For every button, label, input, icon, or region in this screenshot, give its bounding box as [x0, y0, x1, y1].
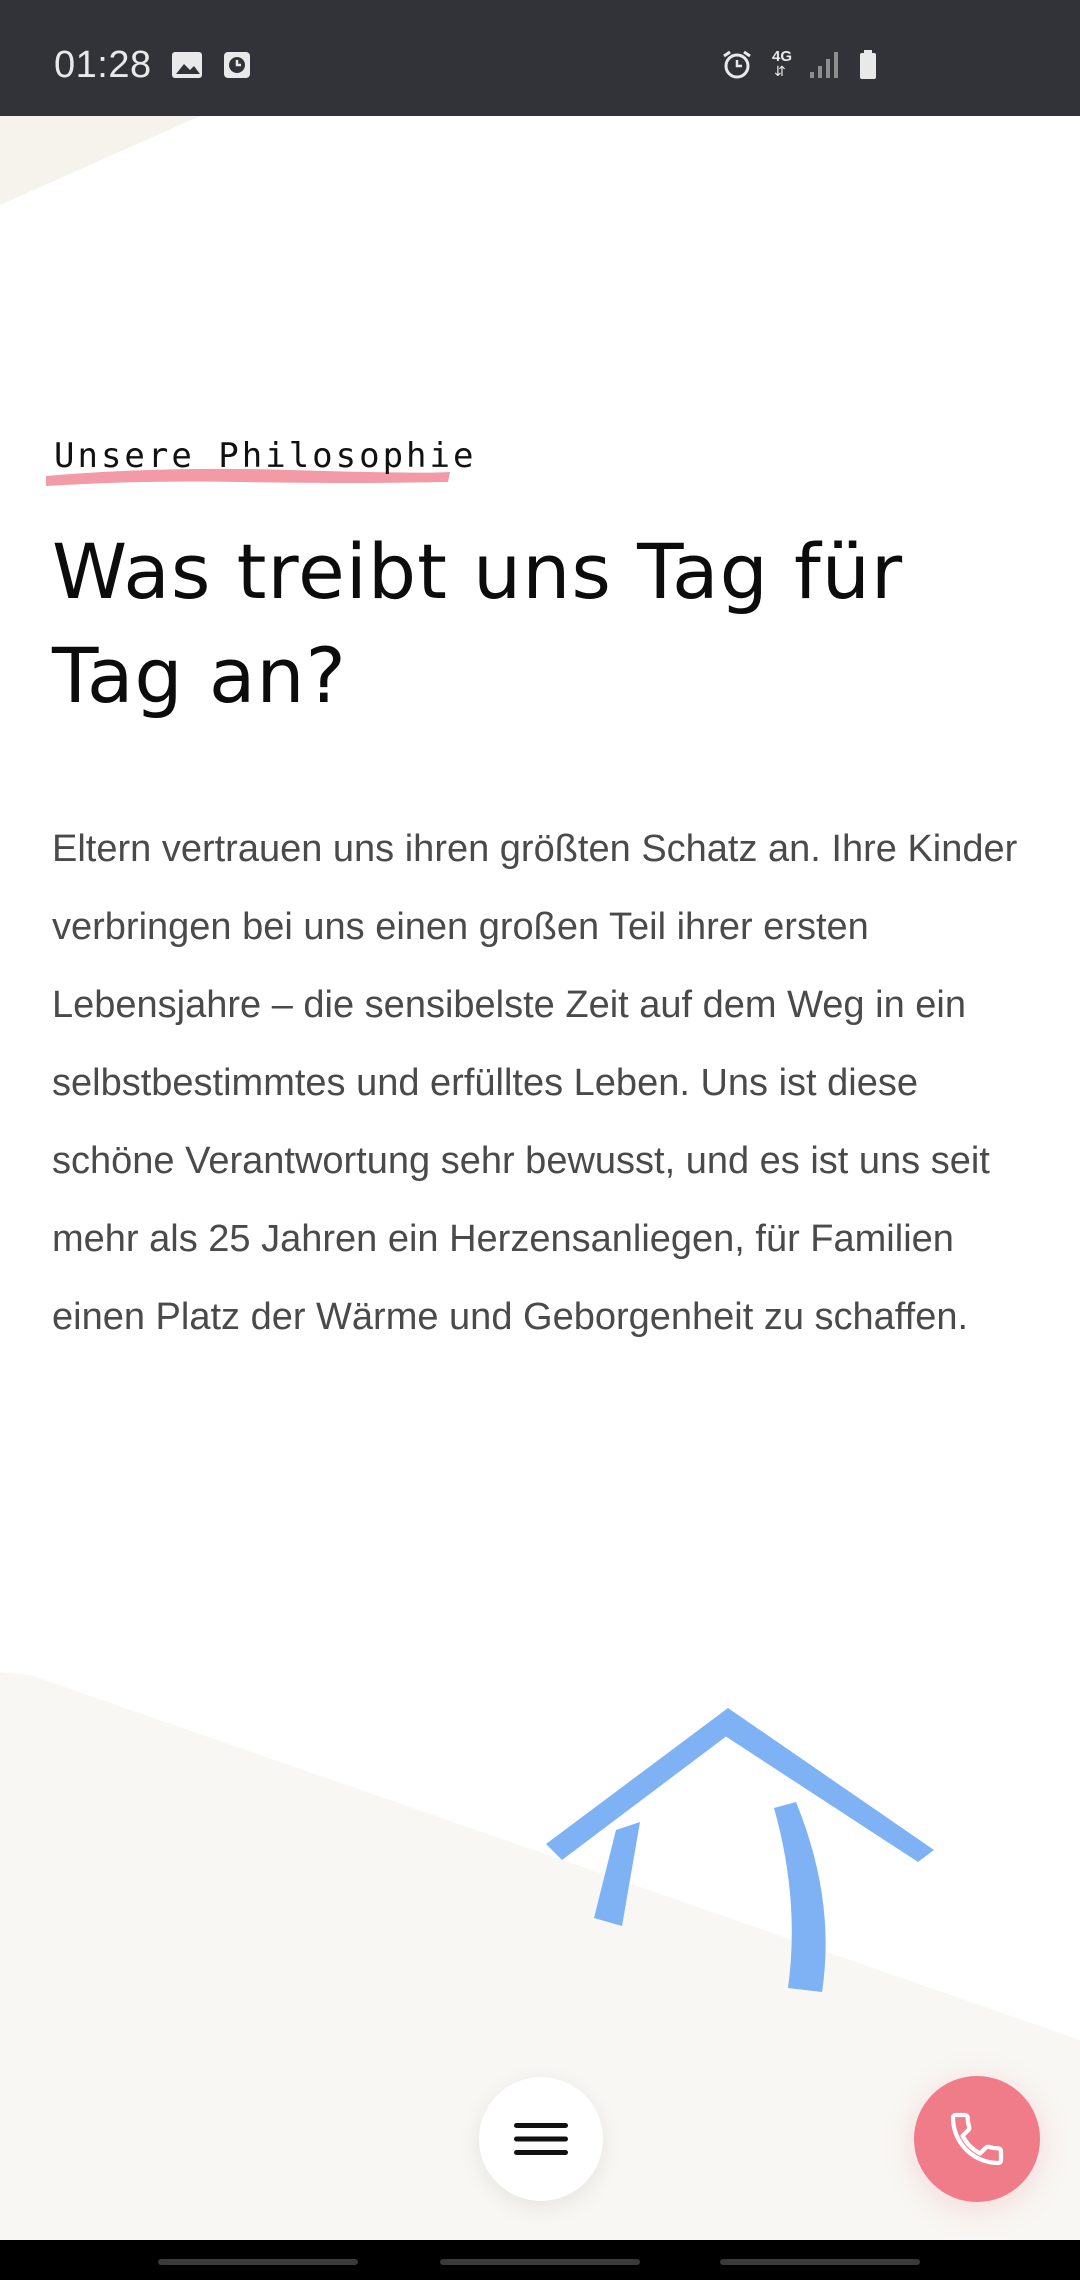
phone-icon [950, 2112, 1004, 2166]
nav-segment-home[interactable] [440, 2259, 640, 2265]
call-button[interactable] [914, 2076, 1040, 2202]
image-icon [172, 52, 202, 78]
status-bar: 01:28 4G ⇵ [0, 0, 1080, 116]
eyebrow-text: Unsere Philosophie [54, 436, 477, 476]
menu-button[interactable] [479, 2077, 603, 2201]
hamburger-menu-icon [514, 2123, 568, 2155]
page-title: Was treibt uns Tag für Tag an? [52, 527, 904, 720]
signal-icon [810, 52, 838, 78]
nav-segment-left[interactable] [158, 2259, 358, 2265]
clock-app-icon [224, 52, 250, 78]
section-eyebrow: Unsere Philosophie [40, 432, 473, 494]
system-nav-bar [0, 2240, 1080, 2280]
philosophy-paragraph: Eltern vertrauen uns ihren größten Schat… [52, 828, 1018, 1338]
house-icon [546, 1708, 934, 1992]
4g-icon: 4G ⇵ [772, 48, 793, 80]
nav-segment-right[interactable] [720, 2259, 920, 2265]
status-time: 01:28 [54, 44, 152, 86]
alarm-icon [723, 50, 751, 79]
top-beige-shape [0, 116, 200, 205]
battery-icon [860, 50, 876, 79]
